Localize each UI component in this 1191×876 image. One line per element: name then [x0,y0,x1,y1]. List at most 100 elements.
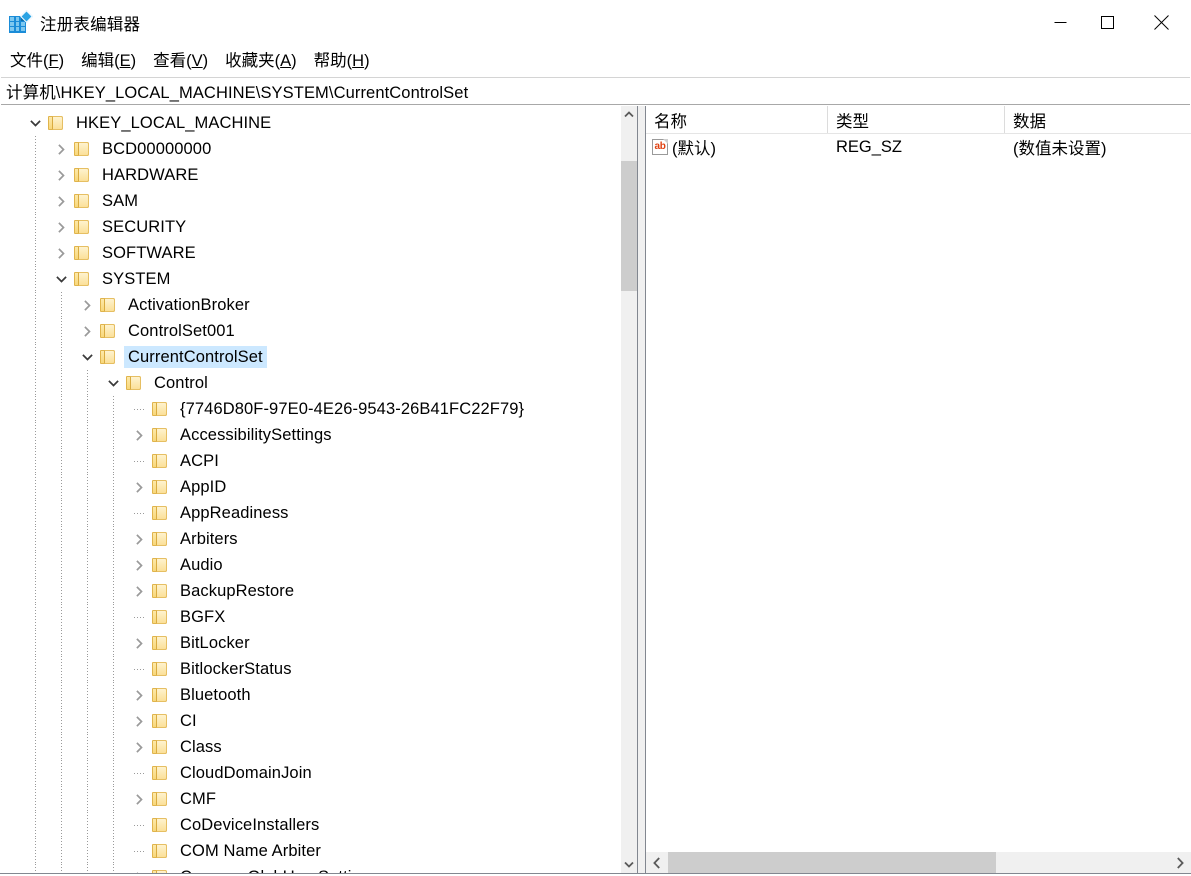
chevron-down-icon[interactable] [100,370,126,396]
tree-node-security[interactable]: SECURITY [0,214,620,240]
chevron-right-icon[interactable] [126,786,152,812]
close-button[interactable] [1131,0,1191,45]
chevron-right-icon[interactable] [126,422,152,448]
pane-splitter[interactable] [637,106,646,873]
tree-vertical-scrollbar[interactable] [620,106,637,873]
tree-node-bitlockerstatus[interactable]: BitlockerStatus [0,656,620,682]
scroll-left-icon[interactable] [646,852,668,873]
tree-node-bluetooth[interactable]: Bluetooth [0,682,620,708]
chevron-right-icon[interactable] [126,630,152,656]
minimize-button[interactable] [1037,0,1084,45]
tree-node-system[interactable]: SYSTEM [0,266,620,292]
tree-node-accessibilitysettings[interactable]: AccessibilitySettings [0,422,620,448]
chevron-right-icon[interactable] [126,734,152,760]
tree-node-software[interactable]: SOFTWARE [0,240,620,266]
tree-node-label: {7746D80F-97E0-4E26-9543-26B41FC22F79} [180,400,525,418]
chevron-right-icon[interactable] [74,292,100,318]
tree-indent [0,864,126,873]
menu-item-help-text: 帮助 [313,51,347,70]
values-horizontal-scrollbar[interactable] [646,851,1191,873]
tree-indent [0,396,126,422]
tree-node-arbiters[interactable]: Arbiters [0,526,620,552]
tree-indent [0,526,126,552]
address-bar[interactable]: 计算机\HKEY_LOCAL_MACHINE\SYSTEM\CurrentCon… [1,77,1190,105]
chevron-right-icon[interactable] [48,240,74,266]
chevron-down-icon[interactable] [74,344,100,370]
tree-node-7746d80f-97e0-4e26-9543-26b41fc22f79[interactable]: {7746D80F-97E0-4E26-9543-26B41FC22F79} [0,396,620,422]
tree-indent [0,422,126,448]
tree-node-commonglobusersettings[interactable]: CommonGlobUserSettings [0,864,620,873]
tree-node-cmf[interactable]: CMF [0,786,620,812]
tree-node-hardware[interactable]: HARDWARE [0,162,620,188]
chevron-right-icon[interactable] [48,136,74,162]
tree-node-appid[interactable]: AppID [0,474,620,500]
chevron-right-icon[interactable] [126,578,152,604]
tree-node-activationbroker[interactable]: ActivationBroker [0,292,620,318]
value-data-cell: (数值未设置) [1013,140,1107,158]
tree-node-acpi[interactable]: ACPI [0,448,620,474]
tree-node-label: CI [180,712,197,730]
tree-node-com-name-arbiter[interactable]: COM Name Arbiter [0,838,620,864]
tree-node-sam[interactable]: SAM [0,188,620,214]
tree-node-codeviceinstallers[interactable]: CoDeviceInstallers [0,812,620,838]
tree-node-clouddomainjoin[interactable]: CloudDomainJoin [0,760,620,786]
chevron-right-icon[interactable] [126,526,152,552]
values-column-headers: 名称 类型 数据 [646,106,1191,134]
tree-indent [0,370,100,396]
tree-node-bitlocker[interactable]: BitLocker [0,630,620,656]
menu-item-view[interactable]: 查看(V) [153,53,208,70]
tree-node-controlset001[interactable]: ControlSet001 [0,318,620,344]
column-header-name[interactable]: 名称 [646,106,828,133]
registry-tree[interactable]: HKEY_LOCAL_MACHINE BCD00000000 HARDWARE SAM… [0,106,620,873]
menu-item-edit[interactable]: 编辑(E) [81,53,136,70]
menu-item-file[interactable]: 文件(F) [10,53,64,70]
registry-editor-icon [9,9,33,34]
tree-indent [0,266,48,292]
tree-node-bgfx[interactable]: BGFX [0,604,620,630]
tree-node-bcd00000000[interactable]: BCD00000000 [0,136,620,162]
tree-indent [0,292,74,318]
folder-icon [74,246,90,261]
maximize-button[interactable] [1084,0,1131,45]
tree-node-label: SECURITY [102,218,187,236]
chevron-down-icon[interactable] [22,110,48,136]
chevron-right-icon[interactable] [126,682,152,708]
tree-node-currentcontrolset[interactable]: CurrentControlSet [0,344,620,370]
chevron-right-icon[interactable] [126,552,152,578]
tree-scroll-thumb[interactable] [621,161,637,291]
tree-node-hkey-local-machine[interactable]: HKEY_LOCAL_MACHINE [0,110,620,136]
menu-item-favorites[interactable]: 收藏夹(A) [225,53,297,70]
scroll-up-icon[interactable] [621,106,637,123]
tree-node-label: ControlSet001 [128,322,235,340]
tree-node-class[interactable]: Class [0,734,620,760]
tree-indent [0,500,126,526]
values-scroll-track[interactable] [668,852,1169,873]
value-row[interactable]: ab (默认) REG_SZ (数值未设置) [646,134,1191,160]
scroll-right-icon[interactable] [1169,852,1191,873]
menu-item-file-text: 文件 [10,51,43,70]
chevron-right-icon[interactable] [126,474,152,500]
chevron-right-icon[interactable] [126,864,152,873]
column-header-data[interactable]: 数据 [1005,106,1191,133]
chevron-right-icon[interactable] [48,188,74,214]
tree-node-ci[interactable]: CI [0,708,620,734]
chevron-down-icon[interactable] [48,266,74,292]
values-scroll-thumb[interactable] [668,852,996,873]
tree-scroll-track[interactable] [621,123,637,856]
column-header-type[interactable]: 类型 [828,106,1005,133]
folder-icon [74,168,90,183]
scroll-down-icon[interactable] [621,856,637,873]
chevron-right-icon[interactable] [48,214,74,240]
chevron-right-icon[interactable] [126,708,152,734]
tree-node-control[interactable]: Control [0,370,620,396]
tree-node-audio[interactable]: Audio [0,552,620,578]
menu-item-help[interactable]: 帮助(H) [314,53,370,70]
tree-node-label: Arbiters [180,530,238,548]
values-list[interactable]: ab (默认) REG_SZ (数值未设置) [646,134,1191,851]
chevron-right-icon[interactable] [48,162,74,188]
tree-node-label: CoDeviceInstallers [180,816,320,834]
chevron-right-icon[interactable] [74,318,100,344]
tree-node-appreadiness[interactable]: AppReadiness [0,500,620,526]
tree-node-backuprestore[interactable]: BackupRestore [0,578,620,604]
